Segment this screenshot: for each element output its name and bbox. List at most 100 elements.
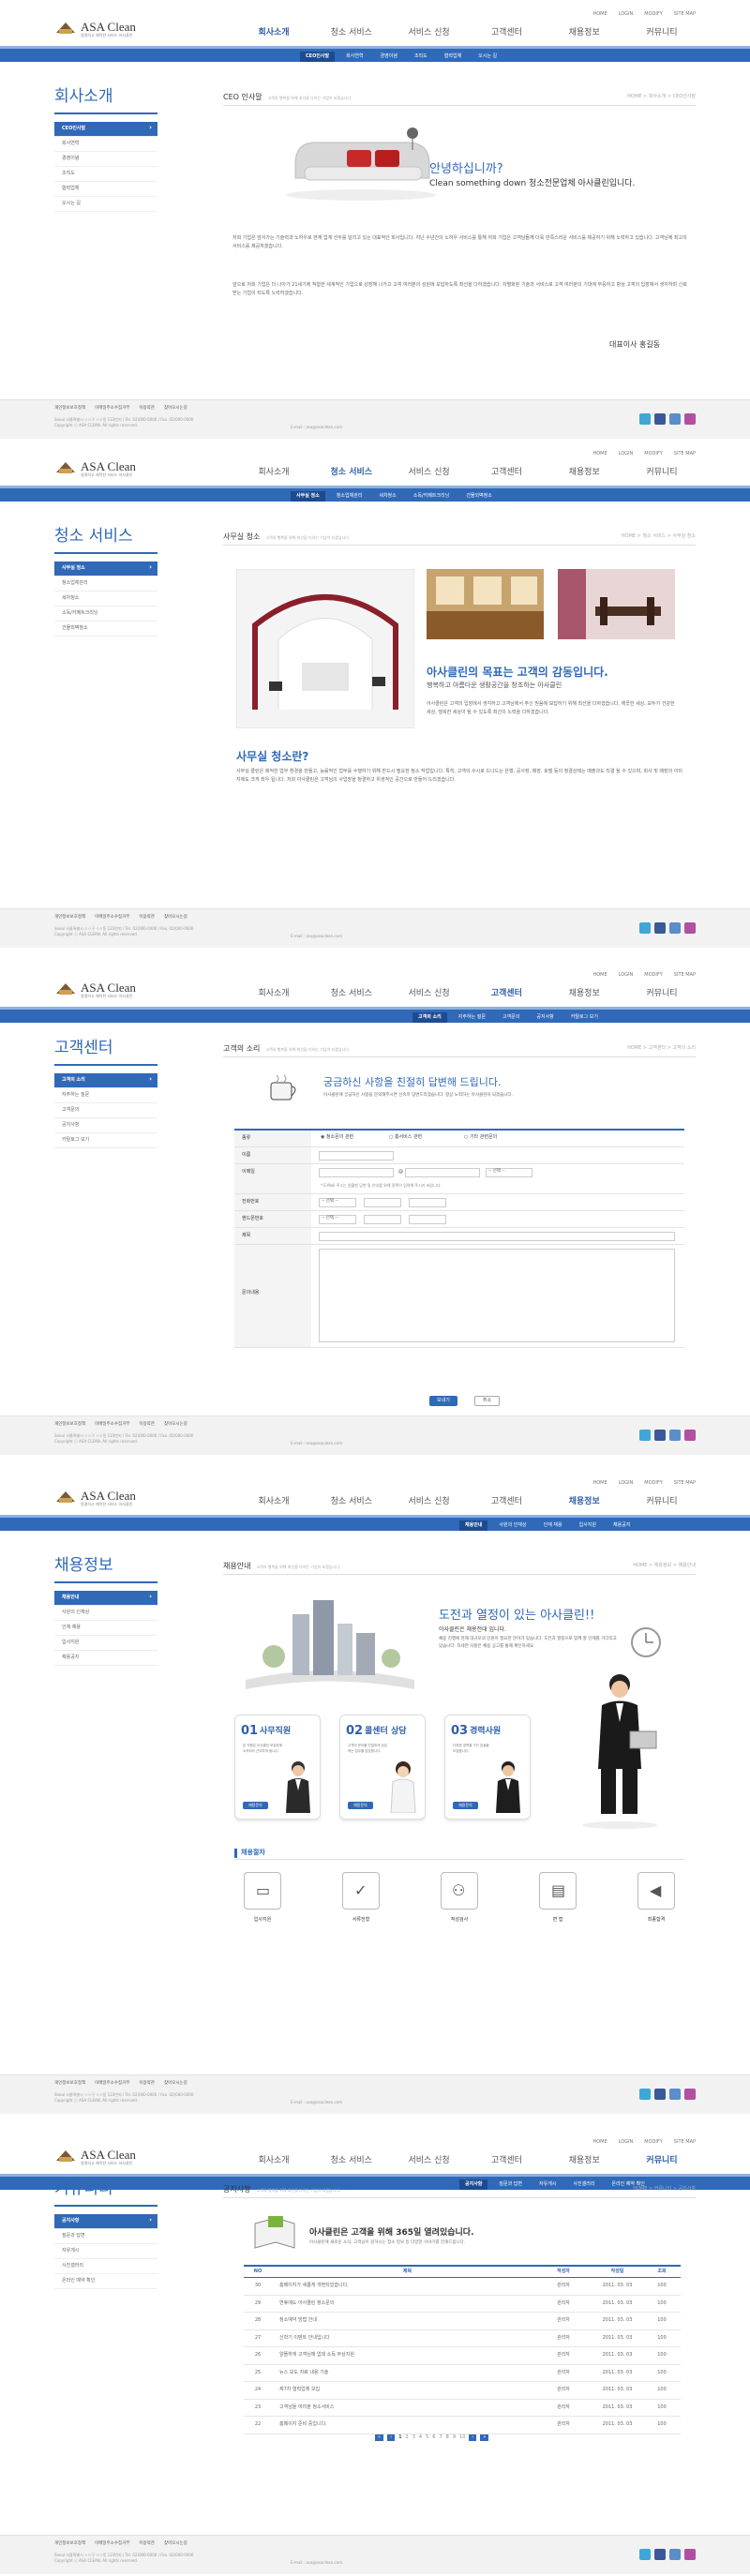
sub-nav-item[interactable]: 공지사항 [459,2179,488,2190]
table-row[interactable]: 24 제7차 협력업체 모집 관리자 2011. 03. 03 100 [244,2382,681,2400]
phone-prefix-select[interactable]: -- 선택 -- [319,1198,356,1207]
side-nav-item[interactable]: CEO인사말 [54,121,158,137]
job-card-office-button[interactable]: 채용문의 [243,1802,268,1809]
util-link[interactable]: MODIFY [644,451,663,457]
next-page-button[interactable]: › [469,2434,477,2441]
job-card-career-button[interactable]: 채용문의 [453,1802,478,1809]
side-nav-item[interactable]: 온라인 예약 확인 [54,2274,158,2289]
blog-icon[interactable] [669,2089,681,2100]
page-number[interactable]: 4 [419,2434,422,2441]
sub-nav-item[interactable]: 자유게시 [533,2179,562,2190]
main-nav-item[interactable]: 고객센터 [474,988,538,1000]
footer-link[interactable]: 이용약관 [139,406,155,412]
table-row[interactable]: 26 알뜰하게 고객님께 업데 소독 무상지원 관리자 2011. 03. 03 100 [244,2347,681,2365]
side-nav-item[interactable]: 카탈로그 보기 [54,1133,158,1148]
main-nav-item[interactable]: 서비스 신청 [398,27,461,39]
util-link[interactable]: LOGIN [619,1480,634,1487]
footer-link[interactable]: 이메일주소수집거부 [95,406,129,412]
main-nav-item[interactable]: 회사소개 [242,27,306,39]
sub-nav-item[interactable]: 자주하는 질문 [453,1012,491,1023]
table-row[interactable]: 30 홈페이지가 새롭게 개편되었습니다. 관리자 2011. 03. 03 100 [244,2278,681,2296]
main-nav-item[interactable]: 청소 서비스 [320,1496,383,1508]
util-link[interactable]: LOGIN [619,972,634,979]
content-textarea[interactable] [319,1249,675,1342]
row-title-link[interactable]: 청소예약 방법 안내 [272,2317,535,2324]
radio-etc[interactable]: ○ 기타 관련문의 [464,1134,497,1141]
table-row[interactable]: 23 고객님들 여러분 청소서비스 관리자 2011. 03. 03 100 [244,2400,681,2417]
main-nav-item[interactable]: 서비스 신청 [398,1496,461,1508]
util-link[interactable]: SITE MAP [674,2139,696,2146]
submit-button[interactable]: 보내기 [429,1396,458,1406]
row-title-link[interactable]: 신학기 이벤트 안내입니다 [272,2335,535,2342]
main-nav-item[interactable]: 커뮤니티 [630,1496,694,1508]
side-nav-item[interactable]: 세차청소 [54,592,158,607]
mobile-mid-input[interactable] [364,1215,401,1224]
main-nav-item[interactable]: 채용정보 [552,1496,616,1508]
side-nav-item[interactable]: 회사연혁 [54,137,158,152]
last-page-button[interactable]: » [480,2434,489,2441]
footer-link[interactable]: 이용약관 [139,915,155,921]
phone-end-input[interactable] [409,1198,446,1207]
side-nav-item[interactable]: 공지사항 [54,2213,158,2229]
side-nav-item[interactable]: 조직도 [54,167,158,182]
facebook-icon[interactable] [654,2089,666,2100]
side-nav-item[interactable]: 고객문의 [54,1103,158,1118]
main-nav-item[interactable]: 채용정보 [552,467,616,479]
main-nav-item[interactable]: 커뮤니티 [630,467,694,479]
page-number[interactable]: 10 [459,2434,465,2441]
main-nav-item[interactable]: 회사소개 [242,1496,306,1508]
side-nav-item[interactable]: 경영이념 [54,152,158,167]
util-link[interactable]: LOGIN [619,2139,634,2146]
page-number[interactable]: 8 [446,2434,449,2441]
table-row[interactable]: 29 연휴에도 아사클린 청소문의 관리자 2011. 03. 03 100 [244,2296,681,2313]
facebook-icon[interactable] [654,922,666,934]
table-row[interactable]: 27 신학기 이벤트 안내입니다 관리자 2011. 03. 03 100 [244,2330,681,2347]
footer-link[interactable]: 이메일주소수집거부 [95,2541,129,2547]
main-nav-item[interactable]: 청소 서비스 [320,27,383,39]
footer-link[interactable]: 이메일주소수집거부 [95,2081,129,2087]
util-link[interactable]: SITE MAP [674,972,696,979]
cancel-button[interactable]: 취소 [474,1396,501,1406]
sub-nav-item[interactable]: 고객문의 [497,1012,525,1023]
util-link[interactable]: MODIFY [644,2139,663,2146]
sub-nav-item[interactable]: 공지사항 [531,1012,559,1023]
main-nav-item[interactable]: 청소 서비스 [320,467,383,479]
mobile-prefix-select[interactable]: -- 선택 -- [319,1215,356,1224]
main-nav-item[interactable]: 채용정보 [552,988,616,1000]
prev-page-button[interactable]: ‹ [387,2434,396,2441]
me2day-icon[interactable] [684,2089,696,2100]
facebook-icon[interactable] [654,2549,666,2560]
side-nav-item[interactable]: 건물외벽청소 [54,622,158,637]
table-row[interactable]: 22 홈페이지 준비 중입니다. 관리자 2011. 03. 03 100 [244,2417,681,2434]
util-link[interactable]: SITE MAP [674,451,696,457]
main-nav-item[interactable]: 고객센터 [474,1496,538,1508]
sub-nav-item[interactable]: 인재 채용 [538,1520,568,1531]
twitter-icon[interactable] [639,922,651,934]
main-nav-item[interactable]: 회사소개 [242,2155,306,2167]
main-nav-item[interactable]: 채용정보 [552,27,616,39]
footer-link[interactable]: 이용약관 [139,2541,155,2547]
radio-home-service[interactable]: ○ 홈서비스 관련 [389,1134,422,1141]
util-link[interactable]: HOME [592,2139,607,2146]
footer-link[interactable]: 개인정보보호정책 [54,2541,85,2547]
page-number[interactable]: 5 [426,2434,428,2441]
row-title-link[interactable]: 홈페이지가 새롭게 개편되었습니다. [272,2283,535,2289]
footer-link[interactable]: 찾아오시는길 [164,2081,188,2087]
first-page-button[interactable]: « [375,2434,384,2441]
util-link[interactable]: LOGIN [619,451,634,457]
main-nav-item[interactable]: 서비스 신청 [398,988,461,1000]
blog-icon[interactable] [669,1430,681,1441]
side-nav-item[interactable]: 사무실 청소 [54,561,158,577]
side-nav-item[interactable]: 질문과 답변 [54,2229,158,2244]
sub-nav-item[interactable]: 입사지원 [574,1520,602,1531]
table-row[interactable]: 28 청소예약 방법 안내 관리자 2011. 03. 03 100 [244,2313,681,2330]
side-nav-item[interactable]: 인재 채용 [54,1621,158,1636]
footer-link[interactable]: 이용약관 [139,2081,155,2087]
blog-icon[interactable] [669,2549,681,2560]
facebook-icon[interactable] [654,1430,666,1441]
main-nav-item[interactable]: 청소 서비스 [320,2155,383,2167]
footer-link[interactable]: 찾아오시는길 [164,406,188,412]
twitter-icon[interactable] [639,2549,651,2560]
util-link[interactable]: HOME [592,972,607,979]
main-nav-item[interactable]: 고객센터 [474,467,538,479]
